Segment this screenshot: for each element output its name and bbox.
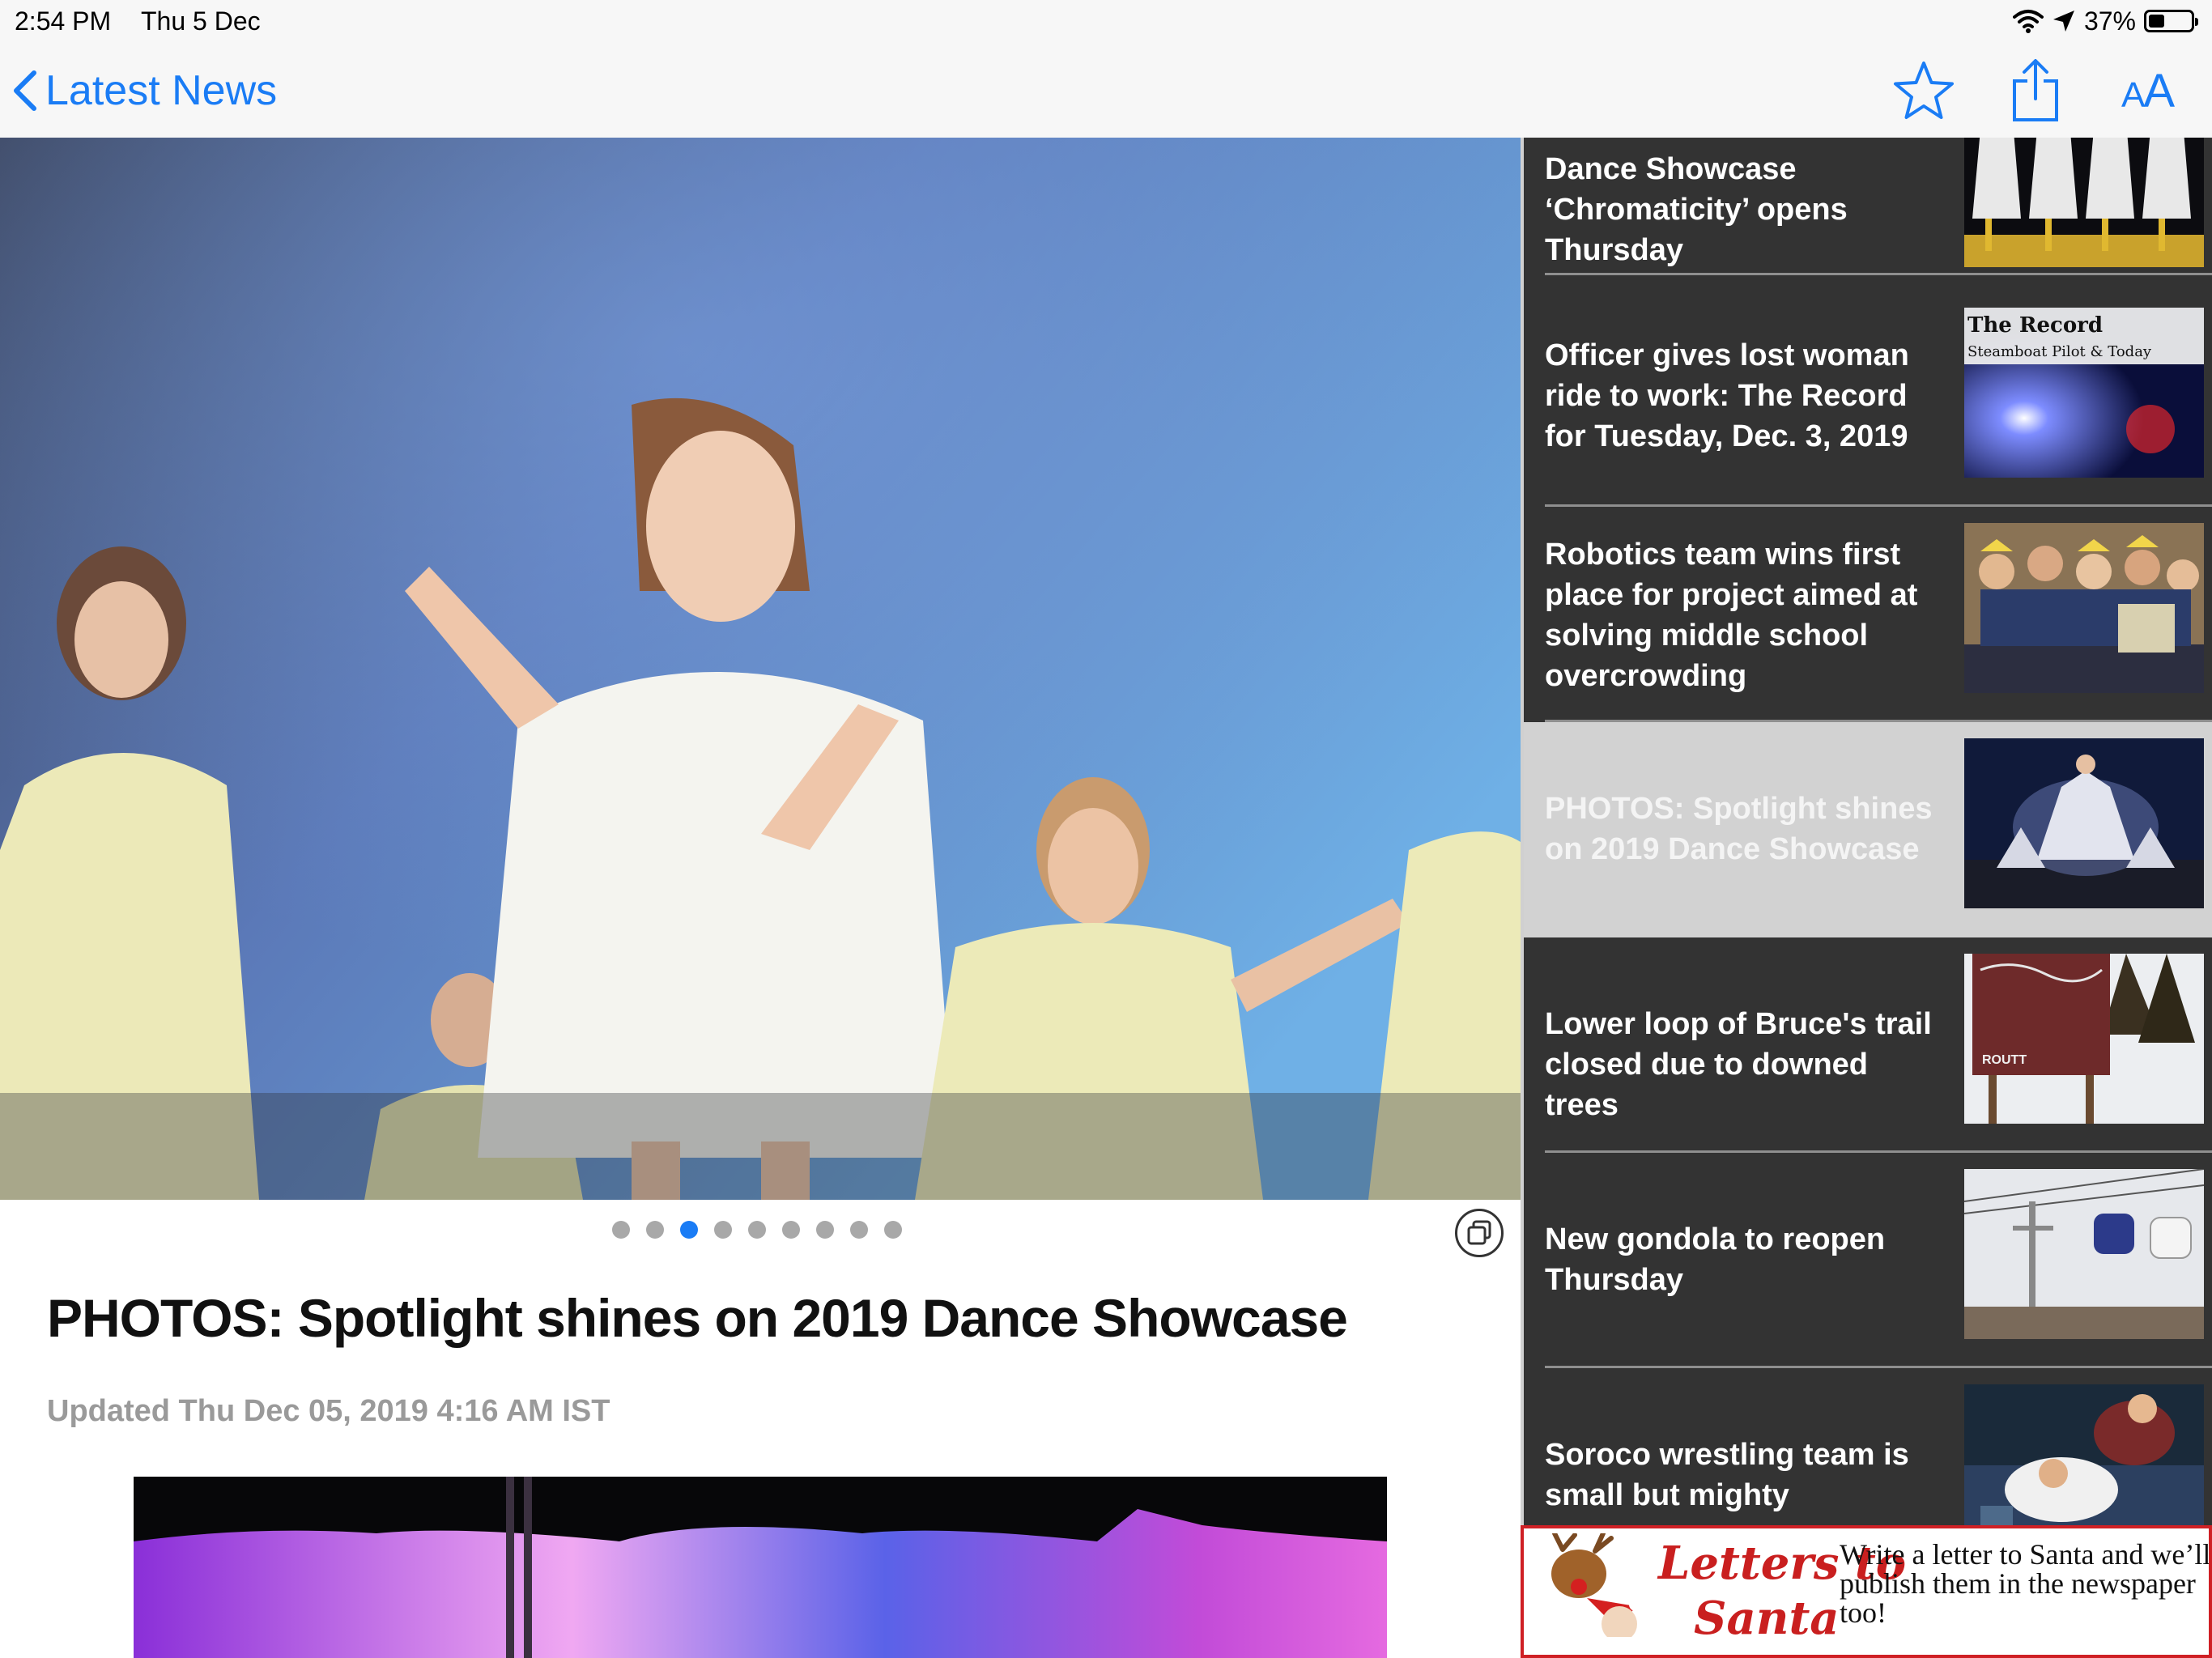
text-size-button[interactable]: AA	[2115, 58, 2180, 123]
story-thumbnail	[1964, 1384, 2204, 1525]
stage-photo	[134, 1477, 1387, 1658]
pager-dot[interactable]	[850, 1221, 868, 1239]
story-item[interactable]: New gondola to reopen Thursday	[1524, 1153, 2212, 1368]
story-thumbnail: ROUTT	[1964, 954, 2204, 1124]
status-indicators: 37%	[2012, 6, 2198, 36]
inline-photo[interactable]	[134, 1477, 1387, 1658]
gallery-grid-button[interactable]	[1455, 1209, 1504, 1257]
share-button[interactable]	[2003, 58, 2068, 123]
back-button-label: Latest News	[45, 67, 278, 114]
gallery-pager[interactable]	[612, 1221, 902, 1239]
pager-dot[interactable]	[884, 1221, 902, 1239]
story-item[interactable]: Robotics team wins first place for proje…	[1524, 507, 2212, 722]
pager-dot[interactable]	[782, 1221, 800, 1239]
status-date: Thu 5 Dec	[141, 6, 261, 36]
star-icon	[1894, 62, 1954, 119]
pager-dot[interactable]	[816, 1221, 834, 1239]
status-bar: 2:54 PM Thu 5 Dec 37%	[0, 0, 2212, 42]
story-title: Officer gives lost woman ride to work: T…	[1545, 338, 1909, 453]
story-thumbnail: The Record Steamboat Pilot & Today	[1964, 308, 2204, 478]
battery-level	[2149, 15, 2164, 28]
story-item-selected[interactable]: PHOTOS: Spotlight shines on 2019 Dance S…	[1524, 722, 2212, 937]
story-title: Lower loop of Bruce's trail closed due t…	[1545, 1007, 1932, 1122]
battery-icon	[2144, 10, 2198, 32]
story-item[interactable]: Lower loop of Bruce's trail closed due t…	[1524, 937, 2212, 1153]
pager-dot[interactable]	[748, 1221, 766, 1239]
pager-dot[interactable]	[646, 1221, 664, 1239]
back-button[interactable]: Latest News	[11, 66, 277, 115]
hero-photo[interactable]	[0, 138, 1521, 1200]
story-divider	[1545, 273, 2212, 275]
story-item[interactable]: Soroco wrestling team is small but might…	[1524, 1368, 2212, 1525]
story-title: Robotics team wins first place for proje…	[1545, 538, 1918, 693]
story-thumbnail	[1964, 738, 2204, 908]
gallery-stack-icon	[1467, 1220, 1491, 1245]
status-time: 2:54 PM	[15, 6, 112, 36]
article-title: PHOTOS: Spotlight shines on 2019 Dance S…	[47, 1288, 1348, 1348]
thumb-record-subtitle: Steamboat Pilot & Today	[1967, 343, 2152, 360]
santa-reindeer-icon	[1551, 1533, 1642, 1650]
pager-dot[interactable]	[714, 1221, 732, 1239]
dance-photo	[0, 138, 1521, 1200]
article-updated-timestamp: Updated Thu Dec 05, 2019 4:16 AM IST	[47, 1394, 610, 1428]
chevron-left-icon	[14, 70, 36, 111]
nav-actions: AA	[1891, 58, 2180, 123]
battery-percent: 37%	[2083, 6, 2136, 36]
story-title: New gondola to reopen Thursday	[1545, 1222, 1886, 1297]
story-item[interactable]: Dance Showcase ‘Chromaticity’ opens Thur…	[1524, 138, 2212, 275]
pager-dot-active[interactable]	[680, 1221, 698, 1239]
story-title: PHOTOS: Spotlight shines on 2019 Dance S…	[1545, 792, 1933, 866]
thumb-record-title: The Record	[1967, 313, 2103, 338]
story-thumbnail	[1964, 1169, 2204, 1339]
bookmark-button[interactable]	[1891, 58, 1956, 123]
pager-dot[interactable]	[612, 1221, 630, 1239]
ad-title-line2: Santa	[1694, 1592, 1840, 1645]
navigation-bar: Latest News AA	[0, 42, 2212, 138]
story-title: Dance Showcase ‘Chromaticity’ opens Thur…	[1545, 152, 1848, 267]
story-title: Soroco wrestling team is small but might…	[1545, 1438, 1909, 1512]
share-icon	[2013, 59, 2058, 121]
text-size-icon: AA	[2121, 64, 2175, 117]
related-stories-sidebar[interactable]: Dance Showcase ‘Chromaticity’ opens Thur…	[1521, 138, 2212, 1525]
story-thumbnail	[1964, 523, 2204, 693]
thumb-sign-text: ROUTT	[1982, 1053, 2027, 1067]
wifi-icon	[2012, 10, 2044, 33]
letters-to-santa-ad[interactable]: Letters to Santa Write a letter to Santa…	[1521, 1525, 2212, 1658]
location-arrow-icon	[2052, 11, 2074, 32]
ad-body-text: Write a letter to Santa and we’ll publis…	[1840, 1538, 2211, 1629]
story-thumbnail	[1964, 138, 2204, 267]
story-item[interactable]: Officer gives lost woman ride to work: T…	[1524, 291, 2212, 507]
